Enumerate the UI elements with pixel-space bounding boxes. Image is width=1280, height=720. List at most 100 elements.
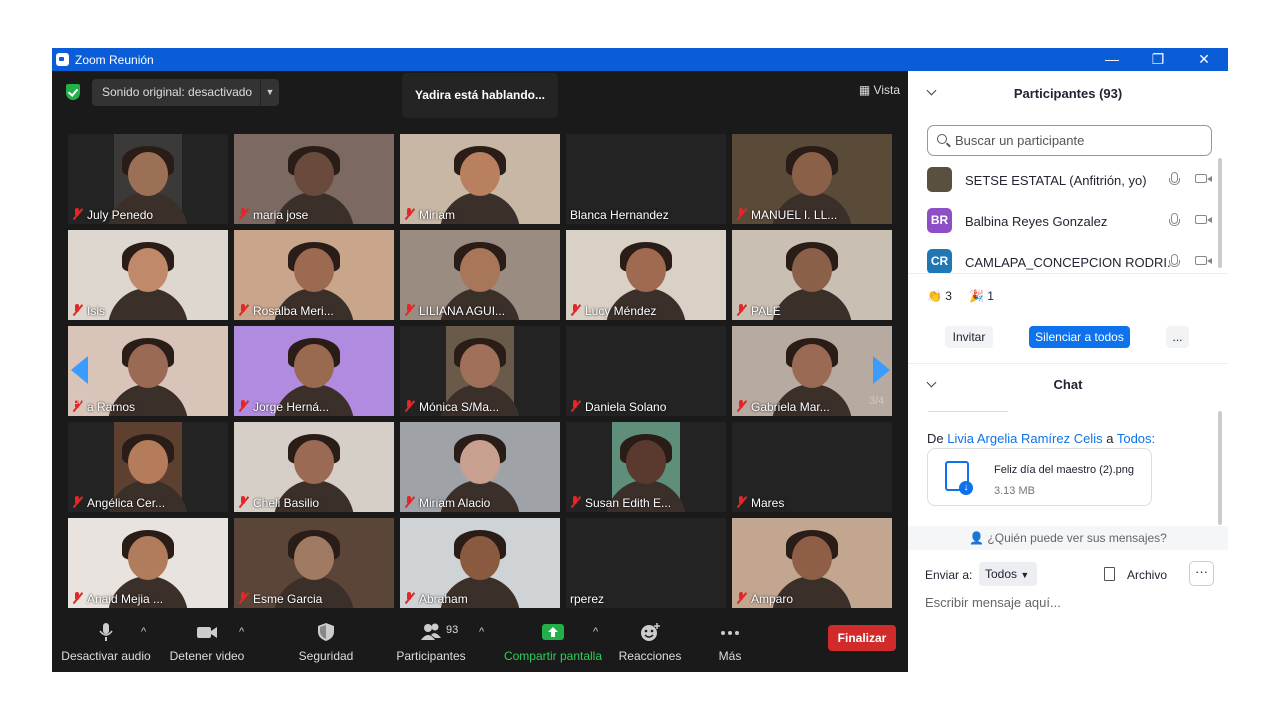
participant-video-tile[interactable]: Angélica Cer...	[68, 422, 228, 512]
sender-name-link[interactable]: Livia Argelia Ramírez Celis	[947, 431, 1102, 446]
participant-list-item[interactable]: SETSE ESTATAL (Anfitrión, yo)	[927, 160, 1212, 200]
encryption-shield-icon[interactable]	[66, 84, 80, 100]
microphone-icon[interactable]	[1169, 254, 1180, 267]
participant-list-scrollbar[interactable]	[1218, 158, 1222, 268]
participant-video-tile[interactable]: Jorge Herná...	[234, 326, 394, 416]
stop-video-button[interactable]: Detener video	[164, 616, 250, 672]
participant-video-tile[interactable]: MANUEL I. LL...	[732, 134, 892, 224]
audio-options-caret-icon[interactable]: ^	[141, 626, 146, 638]
reactions-button[interactable]: Reacciones	[614, 616, 686, 672]
chat-more-button[interactable]: ···	[1189, 561, 1214, 586]
participants-button[interactable]: Participantes	[390, 616, 472, 672]
mute-audio-button[interactable]: Desactivar audio	[60, 616, 152, 672]
file-icon[interactable]	[1104, 567, 1115, 581]
participant-list-item[interactable]: CR CAMLAPA_CONCEPCION RODRI...	[927, 242, 1212, 282]
view-button[interactable]: ▦ Vista	[859, 83, 900, 97]
participant-video-tile[interactable]: Esme Garcia	[234, 518, 394, 608]
muted-microphone-icon	[570, 496, 581, 508]
participant-video-tile[interactable]: Isis	[68, 230, 228, 320]
participant-video-tile[interactable]: Mares	[732, 422, 892, 512]
collapse-participants-chevron-icon[interactable]	[926, 85, 937, 96]
participant-list-name: CAMLAPA_CONCEPCION RODRI...	[965, 255, 1170, 270]
participants-options-caret-icon[interactable]: ^	[479, 626, 484, 638]
participant-name-text: Mares	[751, 496, 785, 510]
recipient-link[interactable]: Todos:	[1117, 431, 1155, 446]
next-page-arrow-icon[interactable]	[873, 356, 890, 384]
participant-name-label: Gabriela Mar...	[736, 400, 830, 414]
share-options-caret-icon[interactable]: ^	[593, 626, 598, 638]
participant-name-text: July Penedo	[87, 208, 154, 222]
participant-video-tile[interactable]: Abraham	[400, 518, 560, 608]
who-can-see-messages-link[interactable]: 👤 ¿Quién puede ver sus mensajes?	[908, 526, 1228, 550]
participant-search-input[interactable]: Buscar un participante	[927, 125, 1212, 156]
close-button[interactable]: ✕	[1181, 48, 1227, 71]
participant-video-tile[interactable]: maria jose	[234, 134, 394, 224]
participant-name-text: MANUEL I. LL...	[751, 208, 838, 222]
participant-video-tile[interactable]: a Ramos	[68, 326, 228, 416]
chat-message-input[interactable]: Escribir mensaje aquí...	[925, 595, 1061, 610]
video-camera-icon[interactable]	[1195, 256, 1212, 265]
participant-video-tile[interactable]: Lucy Méndez	[566, 230, 726, 320]
microphone-icon[interactable]	[1169, 213, 1180, 226]
participants-count-badge: 93	[446, 624, 459, 636]
participant-name-text: Mónica S/Ma...	[419, 400, 500, 414]
participant-name-label: Susan Edith E...	[570, 496, 671, 510]
participant-video-tile[interactable]: July Penedo	[68, 134, 228, 224]
muted-microphone-icon	[72, 304, 83, 316]
security-label: Seguridad	[298, 649, 354, 663]
invite-button[interactable]: Invitar	[945, 326, 993, 348]
participant-video-tile[interactable]: Mónica S/Ma...	[400, 326, 560, 416]
chat-scrollbar[interactable]	[1218, 411, 1222, 525]
participant-name-text: Cheli Basilio	[253, 496, 320, 510]
participant-video-tile[interactable]: Blanca Hernandez	[566, 134, 726, 224]
participant-video-tile[interactable]: Susan Edith E...	[566, 422, 726, 512]
participant-video-tile[interactable]: Gabriela Mar...	[732, 326, 892, 416]
share-screen-button[interactable]: Compartir pantalla	[500, 616, 606, 672]
previous-page-arrow-icon[interactable]	[71, 356, 88, 384]
participant-name-text: Miriam Alacio	[419, 496, 491, 510]
collapse-chat-chevron-icon[interactable]	[926, 377, 937, 388]
restore-button[interactable]: ❐	[1135, 48, 1181, 71]
end-meeting-button[interactable]: Finalizar	[828, 625, 896, 651]
participant-video-tile[interactable]: LILIANA AGUI...	[400, 230, 560, 320]
chat-title: Chat	[1053, 377, 1083, 392]
participant-video-tile[interactable]: Rosalba Meri...	[234, 230, 394, 320]
participant-video-tile[interactable]: rperez	[566, 518, 726, 608]
image-file-download-icon[interactable]	[945, 461, 973, 495]
participant-video-tile[interactable]: Daniela Solano	[566, 326, 726, 416]
participant-name-text: Amparo	[751, 592, 794, 606]
divider	[908, 273, 1228, 274]
participant-video-tile[interactable]: Cheli Basilio	[234, 422, 394, 512]
participant-name-text: maria jose	[253, 208, 309, 222]
minimize-button[interactable]: —	[1089, 48, 1135, 71]
participant-name-text: Gabriela Mar...	[751, 400, 830, 414]
video-options-caret-icon[interactable]: ^	[239, 626, 244, 638]
chevron-down-icon[interactable]: ▼	[260, 79, 279, 106]
mute-all-button[interactable]: Silenciar a todos	[1029, 326, 1130, 348]
meeting-area: Sonido original: desactivado ▼ Yadira es…	[52, 71, 908, 672]
muted-microphone-icon	[238, 304, 249, 316]
file-attachment-card[interactable]: Feliz día del maestro (2).png 3.13 MB	[927, 448, 1152, 506]
send-to-dropdown[interactable]: Todos ▼	[979, 562, 1037, 586]
security-button[interactable]: Seguridad	[288, 616, 364, 672]
video-camera-icon[interactable]	[1195, 174, 1212, 183]
participant-name-label: July Penedo	[72, 208, 153, 222]
original-sound-button[interactable]: Sonido original: desactivado ▼	[92, 79, 279, 106]
participant-video-tile[interactable]: Miriam	[400, 134, 560, 224]
more-button[interactable]: Más	[706, 616, 754, 672]
participant-video-tile[interactable]: PALE	[732, 230, 892, 320]
participant-video-tile[interactable]: Amparo	[732, 518, 892, 608]
muted-microphone-icon	[404, 304, 415, 316]
participant-name-label: PALE	[736, 304, 781, 318]
microphone-icon[interactable]	[1169, 172, 1180, 185]
participant-video-tile[interactable]: Miriam Alacio	[400, 422, 560, 512]
video-camera-icon[interactable]	[1195, 215, 1212, 224]
file-button[interactable]: Archivo	[1127, 568, 1167, 582]
participant-name-text: rperez	[570, 592, 605, 606]
security-shield-icon	[318, 623, 334, 641]
participants-more-button[interactable]: ...	[1166, 326, 1189, 348]
participant-video-tile[interactable]: Anaid Mejia ...	[68, 518, 228, 608]
participant-list-item[interactable]: BR Balbina Reyes Gonzalez	[927, 201, 1212, 241]
muted-microphone-icon	[736, 592, 747, 604]
participant-name-text: Rosalba Meri...	[253, 304, 334, 318]
